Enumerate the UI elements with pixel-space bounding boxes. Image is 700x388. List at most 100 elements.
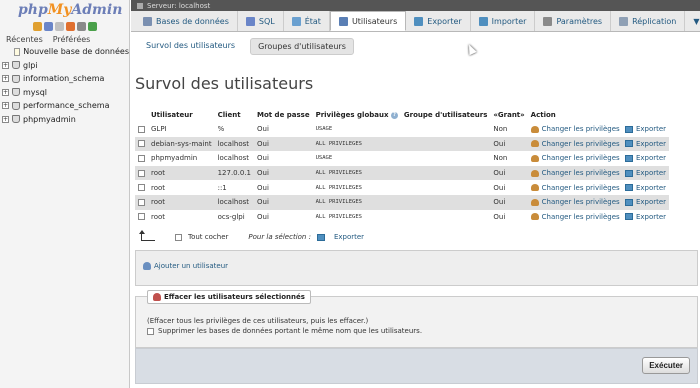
header-user[interactable]: Utilisateur <box>148 108 215 122</box>
sql-icon[interactable] <box>44 22 53 31</box>
edit-privileges-link[interactable]: Changer les privilèges <box>542 198 620 206</box>
privileges-cell: ALL PRIVILEGES <box>312 180 401 195</box>
server-label[interactable]: Serveur: localhost <box>147 2 210 10</box>
execute-button[interactable]: Exécuter <box>642 357 690 374</box>
new-database-item[interactable]: Nouvelle base de données <box>2 45 129 59</box>
export-user-link[interactable]: Exporter <box>636 154 666 162</box>
drop-databases-label[interactable]: Supprimer les bases de données portant l… <box>158 327 422 335</box>
export-user-link[interactable]: Exporter <box>636 169 666 177</box>
edit-privileges-link[interactable]: Changer les privilèges <box>542 154 620 162</box>
tree-item-information-schema[interactable]: + information_schema <box>2 72 129 86</box>
password-cell: Oui <box>254 165 313 181</box>
action-cell: Changer les privilèges Exporter <box>527 180 670 195</box>
settings-icon[interactable] <box>66 22 75 31</box>
tab-replication[interactable]: Réplication <box>611 11 686 31</box>
grant-cell: Oui <box>490 209 528 225</box>
privileges-cell: ALL PRIVILEGES <box>312 136 401 152</box>
export-icon <box>624 154 633 162</box>
tab-more[interactable]: ▼plus <box>685 11 700 31</box>
replication-icon <box>619 16 629 26</box>
host-cell: % <box>214 122 254 137</box>
expand-icon[interactable]: + <box>2 102 9 110</box>
arrow-up-icon <box>139 230 155 241</box>
subtab-users-overview[interactable]: Survol des utilisateurs <box>139 38 242 55</box>
nav-tab-favorites[interactable]: Préférées <box>53 35 91 44</box>
tab-import[interactable]: Importer <box>471 11 536 31</box>
nav-tab-recent[interactable]: Récentes <box>6 35 43 44</box>
edit-privileges-link[interactable]: Changer les privilèges <box>542 184 620 192</box>
expand-icon[interactable]: + <box>2 115 9 123</box>
privileges-cell: ALL PRIVILEGES <box>312 194 401 210</box>
drop-databases-checkbox[interactable] <box>147 327 154 335</box>
row-checkbox-cell <box>135 194 148 210</box>
header-host[interactable]: Client <box>214 108 254 122</box>
drop-databases-option[interactable]: Supprimer les bases de données portant l… <box>147 327 422 335</box>
tab-users[interactable]: Utilisateurs <box>329 11 407 31</box>
check-all-checkbox[interactable] <box>175 233 182 241</box>
expand-icon[interactable]: + <box>2 61 9 69</box>
add-user-link[interactable]: Ajouter un utilisateur <box>143 262 228 270</box>
export-user-link[interactable]: Exporter <box>636 198 666 206</box>
edit-privileges-icon <box>530 140 539 148</box>
privileges-cell: USAGE <box>312 122 401 137</box>
group-cell <box>400 194 491 210</box>
export-user-link[interactable]: Exporter <box>636 213 666 221</box>
navigation-panel: phpMyAdmin Récentes Préférées Nouvelle b… <box>0 0 130 388</box>
check-all-label[interactable]: Tout cocher <box>188 233 228 241</box>
action-cell: Changer les privilèges Exporter <box>527 194 670 210</box>
host-cell: localhost <box>214 151 254 166</box>
action-cell: Changer les privilèges Exporter <box>527 209 670 225</box>
group-cell <box>400 136 491 152</box>
export-icon <box>624 184 633 192</box>
export-icon <box>624 169 633 177</box>
row-checkbox[interactable] <box>138 198 145 206</box>
home-icon[interactable] <box>33 22 42 31</box>
tab-status[interactable]: État <box>284 11 330 31</box>
row-checkbox[interactable] <box>138 154 145 162</box>
status-icon <box>291 16 301 26</box>
gear-icon[interactable] <box>77 22 86 31</box>
tab-sql[interactable]: SQL <box>238 11 284 31</box>
tree-item-performance-schema[interactable]: + performance_schema <box>2 99 129 113</box>
tree-item-glpi[interactable]: + glpi <box>2 59 129 73</box>
docs-icon[interactable] <box>55 22 64 31</box>
sql-icon <box>245 16 255 26</box>
row-checkbox[interactable] <box>138 213 145 221</box>
tab-databases[interactable]: Bases de données <box>135 11 238 31</box>
row-checkbox[interactable] <box>138 169 145 177</box>
password-cell: Oui <box>254 209 313 225</box>
edit-privileges-link[interactable]: Changer les privilèges <box>542 169 620 177</box>
phpmyadmin-logo[interactable]: phpMyAdmin <box>18 2 122 18</box>
tree-item-phpmyadmin[interactable]: + phpmyadmin <box>2 113 129 127</box>
table-row: root ocs-glpi Oui ALL PRIVILEGES Oui Changer … <box>135 209 670 225</box>
host-cell: ::1 <box>214 180 254 195</box>
reload-icon[interactable] <box>88 22 97 31</box>
server-breadcrumb: Serveur: localhost <box>131 0 700 11</box>
row-checkbox[interactable] <box>138 140 145 148</box>
expand-icon[interactable]: + <box>2 75 9 83</box>
tab-export[interactable]: Exporter <box>406 11 471 31</box>
edit-privileges-link[interactable]: Changer les privilèges <box>542 125 620 133</box>
help-icon[interactable]: ? <box>390 111 398 119</box>
export-user-link[interactable]: Exporter <box>636 140 666 148</box>
bulk-export-link[interactable]: Exporter <box>334 233 364 241</box>
edit-privileges-link[interactable]: Changer les privilèges <box>542 140 620 148</box>
header-user-group: Groupe d'utilisateurs <box>400 108 491 122</box>
subtab-user-groups[interactable]: Groupes d'utilisateurs <box>250 38 354 55</box>
export-user-link[interactable]: Exporter <box>636 125 666 133</box>
tree-item-mysql[interactable]: + mysql <box>2 86 129 100</box>
tab-settings[interactable]: Paramètres <box>535 11 612 31</box>
export-icon <box>624 198 633 206</box>
privileges-cell: ALL PRIVILEGES <box>312 209 401 225</box>
expand-icon[interactable]: + <box>2 88 9 96</box>
table-row: phpmyadmin localhost Oui USAGE Non Changer le… <box>135 151 670 166</box>
row-checkbox[interactable] <box>138 125 145 133</box>
users-icon <box>338 16 348 26</box>
delete-user-icon <box>153 293 161 301</box>
password-cell: Oui <box>254 122 313 137</box>
export-user-link[interactable]: Exporter <box>636 184 666 192</box>
edit-privileges-link[interactable]: Changer les privilèges <box>542 213 620 221</box>
user-cell: root <box>148 194 215 210</box>
user-cell: phpmyadmin <box>148 151 215 166</box>
row-checkbox[interactable] <box>138 184 145 192</box>
